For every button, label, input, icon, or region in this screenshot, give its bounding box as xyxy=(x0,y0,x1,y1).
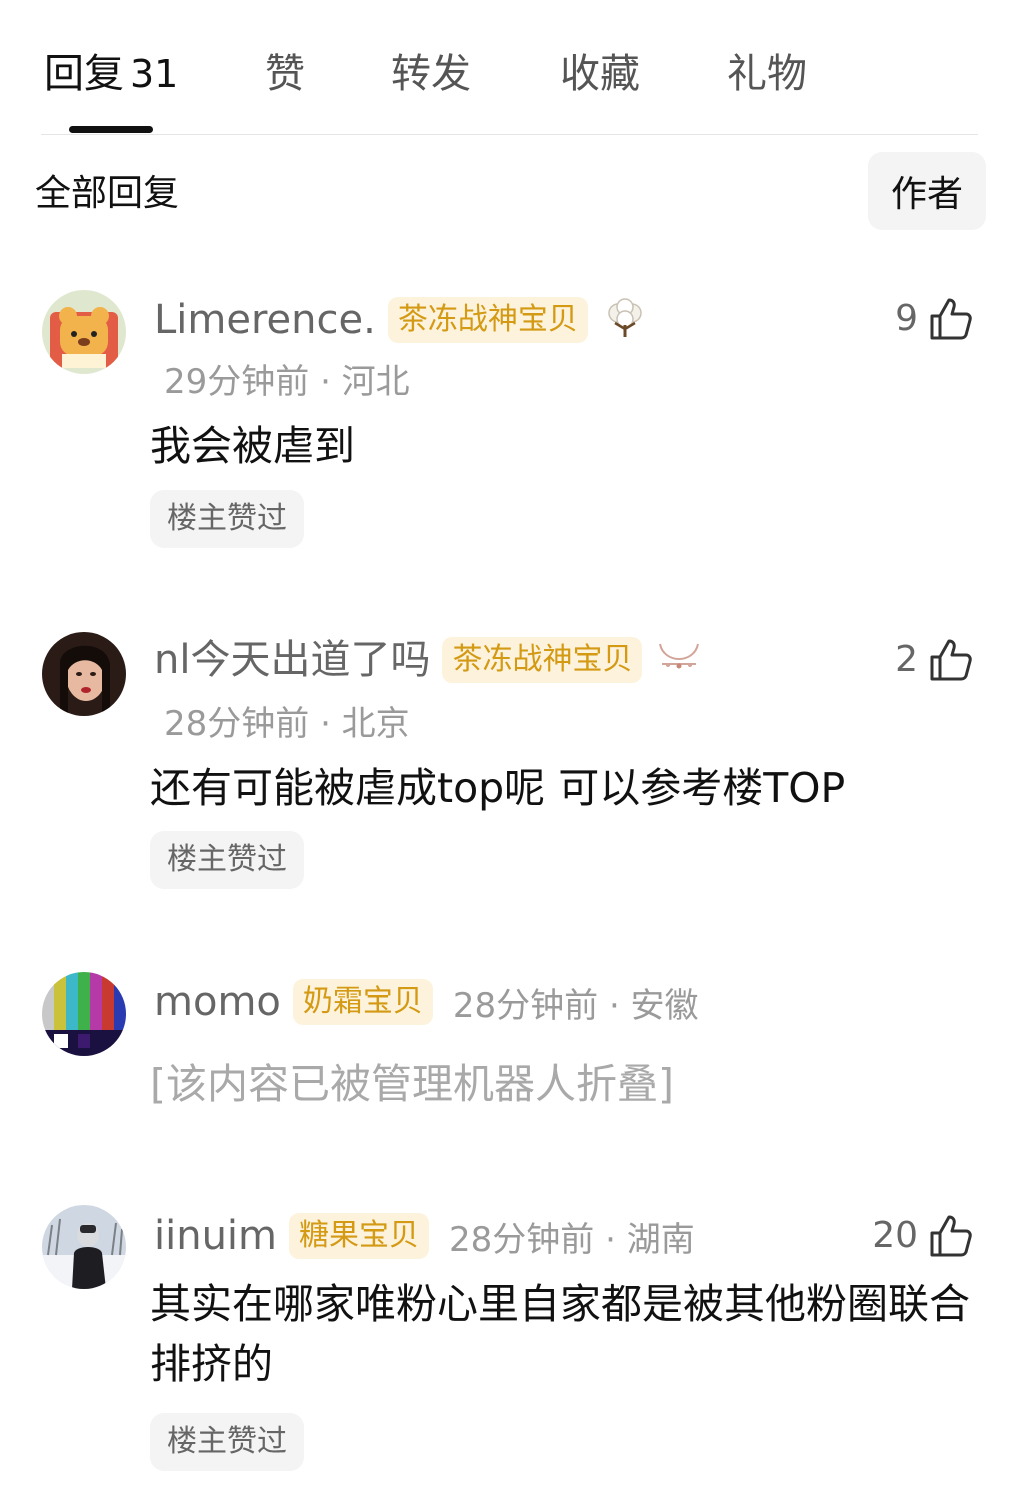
op-liked-badge: 楼主赞过 xyxy=(150,1413,304,1471)
comment-header: iinuim 糖果宝贝 28分钟前 · 湖南 xyxy=(154,1210,695,1262)
tab-gifts[interactable]: 礼物 xyxy=(727,46,807,102)
avatar[interactable] xyxy=(42,290,126,374)
tab-reposts[interactable]: 转发 xyxy=(391,46,471,102)
username[interactable]: momo xyxy=(154,976,281,1028)
fan-badge[interactable]: 奶霜宝贝 xyxy=(292,979,433,1025)
tab-favorites[interactable]: 收藏 xyxy=(560,46,640,102)
active-tab-indicator xyxy=(69,126,153,133)
username[interactable]: iinuim xyxy=(154,1210,277,1262)
like-count: 9 xyxy=(895,298,918,339)
tab-likes[interactable]: 赞 xyxy=(265,46,305,102)
avatar[interactable] xyxy=(42,632,126,716)
op-liked-badge: 楼主赞过 xyxy=(150,490,304,548)
like-button[interactable]: 20 xyxy=(872,1213,974,1259)
thumbs-up-icon xyxy=(930,298,972,340)
fan-badge[interactable]: 糖果宝贝 xyxy=(289,1213,430,1259)
comment-content[interactable]: 还有可能被虐成top呢 可以参考楼TOP xyxy=(150,762,845,814)
comment-meta: 28分钟前 · 北京 xyxy=(164,704,410,744)
username[interactable]: nl今天出道了吗 xyxy=(154,634,430,686)
comment-header: Limerence. 茶冻战神宝贝 xyxy=(154,294,648,346)
like-button[interactable]: 2 xyxy=(895,637,974,683)
fan-badge[interactable]: 茶冻战神宝贝 xyxy=(387,297,588,343)
necklace-icon xyxy=(656,638,702,682)
comment-header: momo 奶霜宝贝 28分钟前 · 安徽 xyxy=(154,976,699,1028)
sort-row: 全部回复 作者 xyxy=(0,150,1020,240)
comment-content[interactable]: 其实在哪家唯粉心里自家都是被其他粉圈联合排挤的 xyxy=(150,1274,970,1394)
avatar[interactable] xyxy=(42,1205,126,1289)
like-count: 20 xyxy=(872,1215,918,1256)
tab-bar: 回复 31 赞 转发 收藏 礼物 xyxy=(0,0,1020,136)
thumbs-up-icon xyxy=(930,1215,972,1257)
all-replies-label[interactable]: 全部回复 xyxy=(35,172,179,216)
like-count: 2 xyxy=(895,639,918,680)
cotton-flower-icon xyxy=(602,295,648,345)
thumbs-up-icon xyxy=(930,639,972,681)
tab-divider xyxy=(41,134,978,135)
folded-content-notice[interactable]: [该内容已被管理机器人折叠] xyxy=(150,1058,674,1110)
tab-replies-count: 31 xyxy=(130,52,179,96)
like-button[interactable]: 9 xyxy=(895,296,974,342)
comment-content[interactable]: 我会被虐到 xyxy=(150,420,355,472)
comment-meta: 28分钟前 · 安徽 xyxy=(452,985,699,1026)
comment-meta: 29分钟前 · 河北 xyxy=(164,362,410,402)
op-liked-badge: 楼主赞过 xyxy=(150,831,304,889)
comment-header: nl今天出道了吗 茶冻战神宝贝 xyxy=(154,634,702,686)
comment-meta: 28分钟前 · 湖南 xyxy=(449,1219,695,1260)
avatar[interactable] xyxy=(42,972,126,1056)
fan-badge[interactable]: 茶冻战神宝贝 xyxy=(442,637,643,683)
tab-replies-label: 回复 xyxy=(44,51,124,97)
username[interactable]: Limerence. xyxy=(154,294,376,346)
tab-replies[interactable]: 回复 31 xyxy=(44,46,178,102)
author-filter-button[interactable]: 作者 xyxy=(868,152,986,230)
